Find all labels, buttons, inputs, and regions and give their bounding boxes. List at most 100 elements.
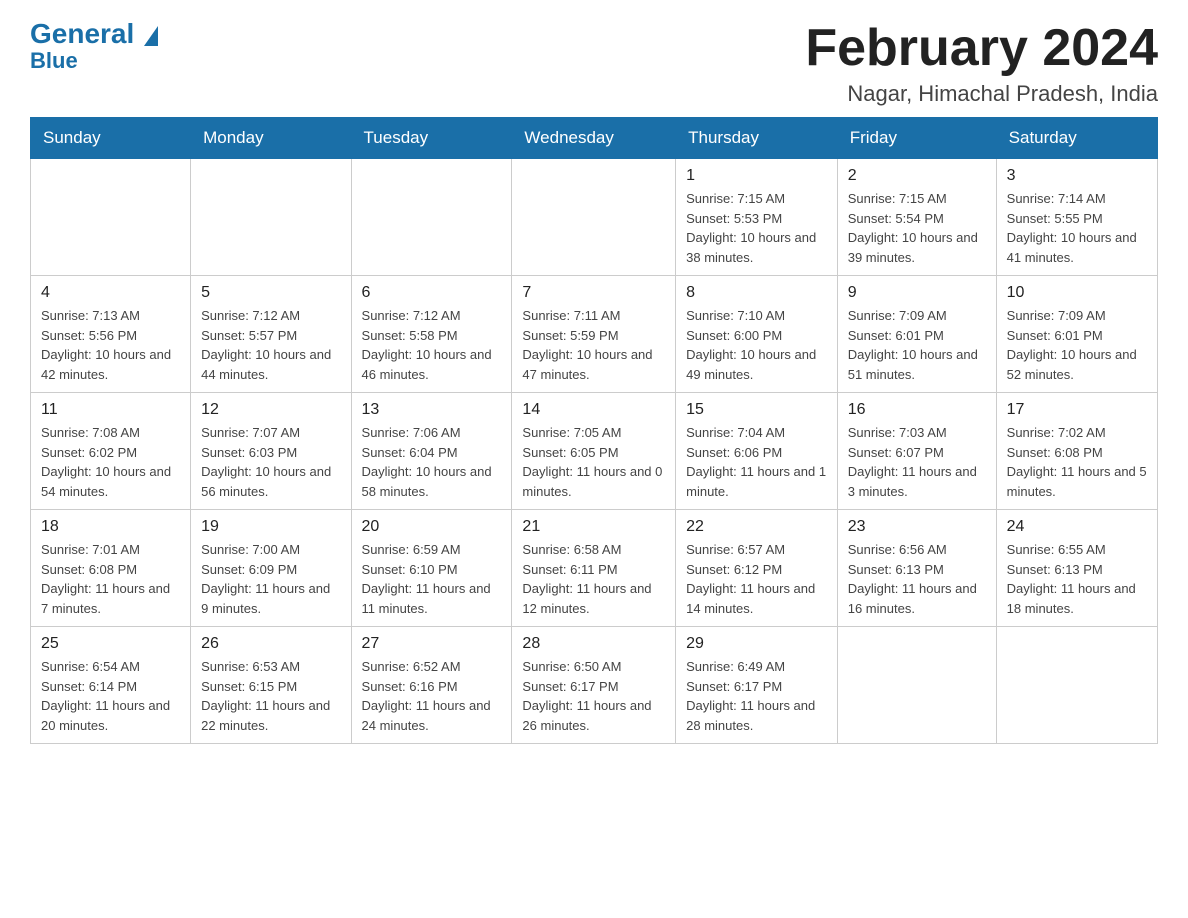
calendar-row: 18 Sunrise: 7:01 AM Sunset: 6:08 PM Dayli… xyxy=(31,510,1158,627)
header-sunday: Sunday xyxy=(31,118,191,159)
day-number: 22 xyxy=(686,518,827,536)
table-row: 18 Sunrise: 7:01 AM Sunset: 6:08 PM Dayli… xyxy=(31,510,191,627)
day-info: Sunrise: 6:52 AM Sunset: 6:16 PM Dayligh… xyxy=(362,657,502,735)
header-friday: Friday xyxy=(837,118,996,159)
table-row: 4Sunrise: 7:13 AM Sunset: 5:56 PM Daylig… xyxy=(31,276,191,393)
table-row: 15 Sunrise: 7:04 AM Sunset: 6:06 PM Dayli… xyxy=(676,393,838,510)
day-info: Sunrise: 7:12 AM Sunset: 5:58 PM Dayligh… xyxy=(362,306,502,384)
day-info: Sunrise: 7:11 AM Sunset: 5:59 PM Dayligh… xyxy=(522,306,665,384)
table-row: 7Sunrise: 7:11 AM Sunset: 5:59 PM Daylig… xyxy=(512,276,676,393)
day-info: Sunrise: 7:09 AM Sunset: 6:01 PM Dayligh… xyxy=(1007,306,1147,384)
logo: General Blue xyxy=(30,20,158,74)
calendar-row: 1 Sunrise: 7:15 AM Sunset: 5:53 PM Daylig… xyxy=(31,159,1158,276)
day-number: 10 xyxy=(1007,284,1147,302)
day-number: 3 xyxy=(1007,167,1147,185)
day-info: Sunrise: 7:05 AM Sunset: 6:05 PM Dayligh… xyxy=(522,423,665,501)
day-number: 12 xyxy=(201,401,340,419)
table-row: 22 Sunrise: 6:57 AM Sunset: 6:12 PM Dayli… xyxy=(676,510,838,627)
month-title: February 2024 xyxy=(805,20,1158,77)
day-number: 29 xyxy=(686,635,827,653)
day-info: Sunrise: 6:55 AM Sunset: 6:13 PM Dayligh… xyxy=(1007,540,1147,618)
table-row: 8Sunrise: 7:10 AM Sunset: 6:00 PM Daylig… xyxy=(676,276,838,393)
day-number: 20 xyxy=(362,518,502,536)
day-info: Sunrise: 7:15 AM Sunset: 5:53 PM Dayligh… xyxy=(686,189,827,267)
day-number: 25 xyxy=(41,635,180,653)
day-number: 8 xyxy=(686,284,827,302)
day-number: 21 xyxy=(522,518,665,536)
table-row: 26 Sunrise: 6:53 AM Sunset: 6:15 PM Dayli… xyxy=(191,627,351,744)
table-row: 1 Sunrise: 7:15 AM Sunset: 5:53 PM Daylig… xyxy=(676,159,838,276)
logo-general-text: General xyxy=(30,20,158,48)
day-number: 14 xyxy=(522,401,665,419)
calendar-row: 25 Sunrise: 6:54 AM Sunset: 6:14 PM Dayli… xyxy=(31,627,1158,744)
day-number: 6 xyxy=(362,284,502,302)
day-info: Sunrise: 7:07 AM Sunset: 6:03 PM Dayligh… xyxy=(201,423,340,501)
day-number: 28 xyxy=(522,635,665,653)
table-row: 11 Sunrise: 7:08 AM Sunset: 6:02 PM Dayli… xyxy=(31,393,191,510)
table-row: 16Sunrise: 7:03 AM Sunset: 6:07 PM Dayli… xyxy=(837,393,996,510)
table-row: 12 Sunrise: 7:07 AM Sunset: 6:03 PM Dayli… xyxy=(191,393,351,510)
day-info: Sunrise: 7:06 AM Sunset: 6:04 PM Dayligh… xyxy=(362,423,502,501)
table-row: 6 Sunrise: 7:12 AM Sunset: 5:58 PM Daylig… xyxy=(351,276,512,393)
table-row: 23 Sunrise: 6:56 AM Sunset: 6:13 PM Dayli… xyxy=(837,510,996,627)
day-number: 11 xyxy=(41,401,180,419)
day-info: Sunrise: 6:56 AM Sunset: 6:13 PM Dayligh… xyxy=(848,540,986,618)
header-saturday: Saturday xyxy=(996,118,1157,159)
table-row: 29 Sunrise: 6:49 AM Sunset: 6:17 PM Dayli… xyxy=(676,627,838,744)
day-info: Sunrise: 7:02 AM Sunset: 6:08 PM Dayligh… xyxy=(1007,423,1147,501)
day-number: 9 xyxy=(848,284,986,302)
day-info: Sunrise: 6:59 AM Sunset: 6:10 PM Dayligh… xyxy=(362,540,502,618)
day-info: Sunrise: 6:54 AM Sunset: 6:14 PM Dayligh… xyxy=(41,657,180,735)
day-info: Sunrise: 7:15 AM Sunset: 5:54 PM Dayligh… xyxy=(848,189,986,267)
table-row: 19Sunrise: 7:00 AM Sunset: 6:09 PM Dayli… xyxy=(191,510,351,627)
table-row: 5 Sunrise: 7:12 AM Sunset: 5:57 PM Daylig… xyxy=(191,276,351,393)
day-number: 27 xyxy=(362,635,502,653)
day-info: Sunrise: 6:49 AM Sunset: 6:17 PM Dayligh… xyxy=(686,657,827,735)
table-row: 17 Sunrise: 7:02 AM Sunset: 6:08 PM Dayli… xyxy=(996,393,1157,510)
table-row: 21Sunrise: 6:58 AM Sunset: 6:11 PM Dayli… xyxy=(512,510,676,627)
day-number: 5 xyxy=(201,284,340,302)
day-info: Sunrise: 7:08 AM Sunset: 6:02 PM Dayligh… xyxy=(41,423,180,501)
calendar-header-row: Sunday Monday Tuesday Wednesday Thursday… xyxy=(31,118,1158,159)
table-row: 25 Sunrise: 6:54 AM Sunset: 6:14 PM Dayli… xyxy=(31,627,191,744)
day-number: 2 xyxy=(848,167,986,185)
page-header: General Blue February 2024 Nagar, Himach… xyxy=(30,20,1158,107)
calendar-row: 11 Sunrise: 7:08 AM Sunset: 6:02 PM Dayli… xyxy=(31,393,1158,510)
day-info: Sunrise: 7:09 AM Sunset: 6:01 PM Dayligh… xyxy=(848,306,986,384)
day-number: 26 xyxy=(201,635,340,653)
day-info: Sunrise: 7:14 AM Sunset: 5:55 PM Dayligh… xyxy=(1007,189,1147,267)
table-row: 27 Sunrise: 6:52 AM Sunset: 6:16 PM Dayli… xyxy=(351,627,512,744)
header-tuesday: Tuesday xyxy=(351,118,512,159)
day-info: Sunrise: 7:01 AM Sunset: 6:08 PM Dayligh… xyxy=(41,540,180,618)
header-wednesday: Wednesday xyxy=(512,118,676,159)
table-row xyxy=(512,159,676,276)
table-row: 9 Sunrise: 7:09 AM Sunset: 6:01 PM Daylig… xyxy=(837,276,996,393)
day-number: 18 xyxy=(41,518,180,536)
table-row: 24 Sunrise: 6:55 AM Sunset: 6:13 PM Dayli… xyxy=(996,510,1157,627)
table-row: 13 Sunrise: 7:06 AM Sunset: 6:04 PM Dayli… xyxy=(351,393,512,510)
logo-blue-text: Blue xyxy=(30,48,78,74)
table-row xyxy=(996,627,1157,744)
table-row: 28 Sunrise: 6:50 AM Sunset: 6:17 PM Dayli… xyxy=(512,627,676,744)
calendar-table: Sunday Monday Tuesday Wednesday Thursday… xyxy=(30,117,1158,744)
day-info: Sunrise: 7:00 AM Sunset: 6:09 PM Dayligh… xyxy=(201,540,340,618)
table-row xyxy=(837,627,996,744)
day-info: Sunrise: 7:03 AM Sunset: 6:07 PM Dayligh… xyxy=(848,423,986,501)
day-number: 17 xyxy=(1007,401,1147,419)
day-number: 24 xyxy=(1007,518,1147,536)
day-info: Sunrise: 6:53 AM Sunset: 6:15 PM Dayligh… xyxy=(201,657,340,735)
location-text: Nagar, Himachal Pradesh, India xyxy=(805,81,1158,107)
table-row: 2 Sunrise: 7:15 AM Sunset: 5:54 PM Daylig… xyxy=(837,159,996,276)
day-info: Sunrise: 6:50 AM Sunset: 6:17 PM Dayligh… xyxy=(522,657,665,735)
header-thursday: Thursday xyxy=(676,118,838,159)
table-row: 3 Sunrise: 7:14 AM Sunset: 5:55 PM Daylig… xyxy=(996,159,1157,276)
day-info: Sunrise: 6:57 AM Sunset: 6:12 PM Dayligh… xyxy=(686,540,827,618)
table-row: 10 Sunrise: 7:09 AM Sunset: 6:01 PM Dayli… xyxy=(996,276,1157,393)
day-number: 23 xyxy=(848,518,986,536)
day-number: 4 xyxy=(41,284,180,302)
day-info: Sunrise: 7:04 AM Sunset: 6:06 PM Dayligh… xyxy=(686,423,827,501)
day-number: 13 xyxy=(362,401,502,419)
day-number: 1 xyxy=(686,167,827,185)
day-info: Sunrise: 7:12 AM Sunset: 5:57 PM Dayligh… xyxy=(201,306,340,384)
day-number: 15 xyxy=(686,401,827,419)
